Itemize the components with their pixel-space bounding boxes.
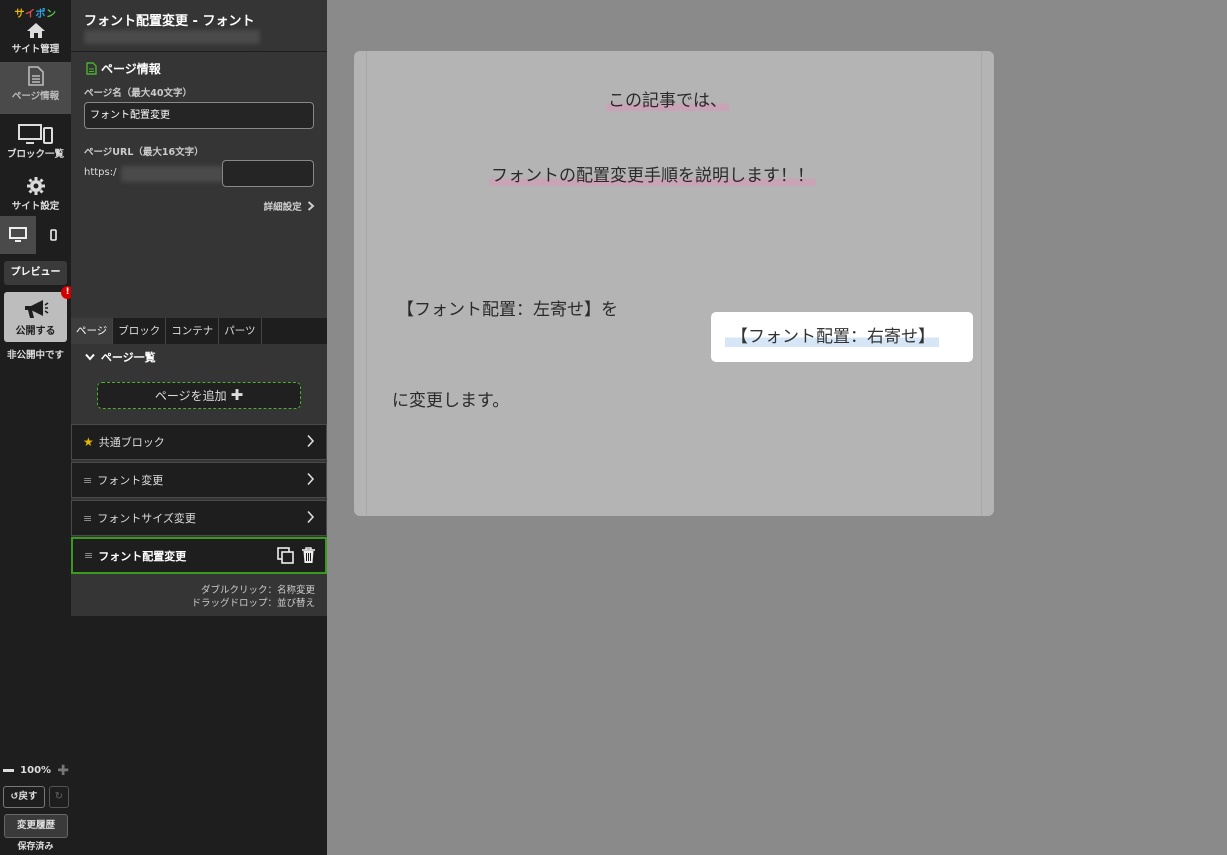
text-line-conclusion[interactable]: に変更します。: [392, 386, 509, 411]
page-item-label: フォント配置変更: [98, 549, 187, 563]
add-page-label: ページを追加: [154, 389, 227, 403]
page-url-label: ページURL（最大16文字）: [84, 147, 204, 158]
tab-parts[interactable]: パーツ: [219, 318, 262, 344]
zoom-in-button[interactable]: ✚: [57, 764, 69, 778]
zoom-out-button[interactable]: [3, 769, 14, 772]
undo-label: 戻す: [18, 791, 38, 802]
plus-icon: ✚: [230, 386, 244, 404]
page-preview[interactable]: この記事では、 フォントの配置変更手順を説明します！！ 【フォント配置：左寄せ】…: [354, 51, 994, 516]
redo-button[interactable]: ↻: [49, 786, 69, 808]
devices-icon: [17, 124, 53, 144]
container-guide: [981, 51, 982, 516]
chevron-right-icon: [307, 510, 315, 524]
page-item-font-size-change[interactable]: ≡ フォントサイズ変更: [71, 500, 327, 536]
text-block-right-aligned[interactable]: 【フォント配置：右寄せ】: [711, 312, 973, 362]
tab-container[interactable]: コンテナ: [166, 318, 220, 344]
chevron-right-icon: [307, 201, 315, 211]
unpublished-status: 非公開中です: [6, 350, 64, 361]
zoom-level: 100%: [20, 765, 52, 776]
url-prefix: https:/: [84, 167, 117, 178]
history-button[interactable]: 変更履歴: [4, 814, 68, 838]
page-name-label: ページ名（最大40文字）: [84, 88, 193, 99]
section-heading: ページ情報: [86, 60, 161, 77]
zoom-control: 100% ✚: [3, 764, 69, 778]
page-item-font-alignment-change[interactable]: ≡ フォント配置変更: [71, 537, 327, 574]
add-page-button[interactable]: ページを追加 ✚: [97, 382, 301, 409]
hint-rename: ダブルクリック：名称変更: [200, 585, 315, 596]
page-info-panel: フォント配置変更 - フォント ページ情報 ページ名（最大40文字） フォント配…: [71, 0, 327, 318]
tab-page[interactable]: ページ: [71, 318, 114, 344]
page-icon: [86, 62, 97, 75]
block-list-button[interactable]: ブロック一覧: [0, 120, 71, 172]
site-settings-label: サイト設定: [11, 201, 60, 212]
panel-title: フォント配置変更 - フォント: [84, 14, 255, 29]
chevron-down-icon: [85, 353, 95, 361]
drag-handle-icon: ≡: [83, 511, 93, 525]
page-info-label: ページ情報: [11, 91, 60, 102]
site-manage-label: サイト管理: [11, 44, 60, 55]
page-list-area: ページ一覧 ページを追加 ✚ ★ 共通ブロック ≡ フォント変更 ≡ フォントサイ…: [71, 344, 327, 616]
page-item-label: フォント変更: [97, 474, 164, 487]
monitor-icon: [9, 227, 27, 242]
gear-icon: [26, 177, 45, 195]
device-switcher: [0, 216, 71, 254]
save-status: 保存済み: [17, 842, 54, 852]
page-item-font-change[interactable]: ≡ フォント変更: [71, 462, 327, 498]
text-line-description[interactable]: フォントの配置変更手順を説明します！！: [489, 161, 816, 186]
pc-view-button[interactable]: [0, 216, 36, 254]
hint-reorder: ドラッグドロップ：並び替え: [191, 598, 315, 609]
side-panel: フォント配置変更 - フォント ページ情報 ページ名（最大40文字） フォント配…: [71, 0, 327, 855]
page-url-input[interactable]: [222, 160, 314, 187]
drag-handle-icon: ≡: [83, 473, 93, 487]
panel-tabs: ページ ブロック コンテナ パーツ: [71, 318, 327, 344]
redacted-site-name: [84, 30, 260, 44]
detail-settings-label: 詳細設定: [263, 202, 302, 213]
undo-button[interactable]: ↺戻す: [3, 786, 45, 808]
container-guide: [366, 51, 367, 516]
publish-button[interactable]: 公開する: [4, 292, 67, 342]
section-heading-label: ページ情報: [101, 62, 161, 76]
page-name-input[interactable]: フォント配置変更: [84, 102, 314, 129]
trash-icon[interactable]: [301, 546, 316, 564]
mobile-view-button[interactable]: [36, 216, 71, 254]
page-item-common-block[interactable]: ★ 共通ブロック: [71, 424, 327, 460]
text-line-intro[interactable]: この記事では、: [606, 86, 729, 111]
tab-block[interactable]: ブロック: [113, 318, 167, 344]
smartphone-icon: [50, 229, 57, 241]
editor-canvas: この記事では、 フォントの配置変更手順を説明します！！ 【フォント配置：左寄せ】…: [327, 0, 1227, 855]
text-line-right-aligned: 【フォント配置：右寄せ】: [725, 322, 939, 347]
document-icon: [27, 66, 44, 86]
page-list-heading: ページ一覧: [100, 351, 156, 364]
page-list-toggle[interactable]: ページ一覧: [85, 349, 156, 365]
divider: [71, 51, 327, 52]
redacted-url: [121, 166, 225, 182]
text-line-left-aligned[interactable]: 【フォント配置：左寄せ】を: [397, 295, 618, 320]
publish-label: 公開する: [15, 326, 56, 337]
home-icon: [26, 23, 45, 38]
drag-handle-icon: ≡: [84, 549, 94, 562]
chevron-right-icon: [307, 434, 315, 448]
star-icon: ★: [83, 435, 94, 449]
page-info-button[interactable]: ページ情報: [0, 62, 71, 114]
preview-button[interactable]: プレビュー: [4, 261, 67, 285]
redo-icon: ↻: [54, 791, 64, 802]
detail-settings-link[interactable]: 詳細設定: [264, 199, 315, 213]
page-item-label: フォントサイズ変更: [97, 512, 196, 525]
page-item-label: 共通ブロック: [98, 436, 165, 449]
chevron-right-icon: [307, 472, 315, 486]
copy-icon[interactable]: [277, 547, 295, 565]
block-list-label: ブロック一覧: [6, 149, 64, 160]
left-rail: サイポン サイト管理 ページ情報 ブロック一覧 サイト設定 プレビュー 公開する…: [0, 0, 74, 855]
megaphone-icon: [24, 300, 48, 318]
